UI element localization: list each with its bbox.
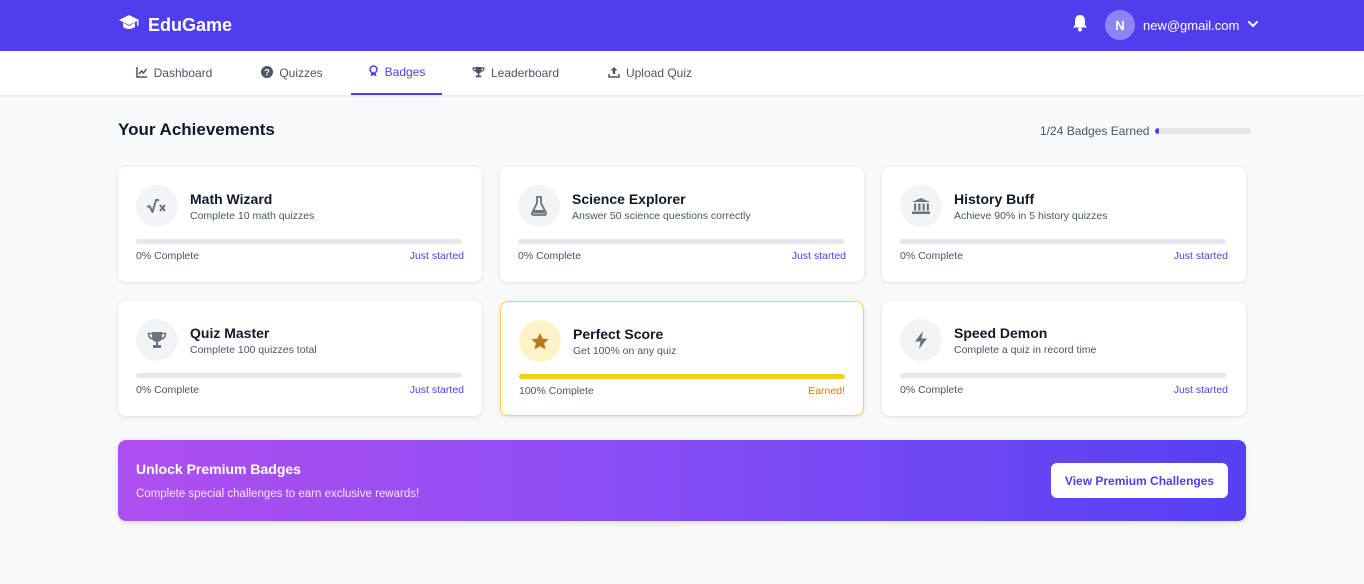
flask-icon: [518, 185, 560, 227]
badge-percent-complete: 0% Complete: [900, 250, 964, 262]
notifications-bell-icon[interactable]: [1072, 14, 1088, 37]
badge-percent-complete: 0% Complete: [518, 250, 582, 262]
medal-icon: [368, 64, 379, 80]
badge-card-science-explorer[interactable]: Science Explorer Answer 50 science quest…: [500, 167, 864, 282]
badge-progress-bar: [136, 373, 462, 378]
badge-progress-fill: [519, 374, 845, 379]
chart-line-icon: [135, 66, 148, 81]
trophy-icon: [472, 66, 485, 81]
top-bar: EduGame N new@gmail.com: [0, 0, 1364, 51]
badges-earned-summary: 1/24 Badges Earned: [1040, 124, 1252, 138]
badge-card-quiz-master[interactable]: Quiz Master Complete 100 quizzes total 0…: [118, 301, 482, 416]
page-title: Your Achievements: [118, 120, 275, 139]
badges-earned-progress-fill: [1155, 128, 1160, 134]
user-email: new@gmail.com: [1143, 17, 1240, 33]
trophy-icon: [136, 319, 178, 361]
badge-description: Complete 100 quizzes total: [190, 344, 317, 356]
badge-description: Get 100% on any quiz: [573, 345, 677, 357]
question-circle-icon: ?: [261, 65, 274, 81]
badge-progress-bar: [519, 374, 845, 379]
premium-title: Unlock Premium Badges: [136, 461, 301, 477]
badge-status: Just started: [409, 384, 464, 396]
bolt-icon: [900, 319, 942, 361]
view-premium-challenges-button[interactable]: View Premium Challenges: [1051, 463, 1228, 498]
badge-card-speed-demon[interactable]: Speed Demon Complete a quiz in record ti…: [882, 301, 1246, 416]
badge-card-perfect-score[interactable]: Perfect Score Get 100% on any quiz 100% …: [500, 301, 864, 416]
badge-title: Quiz Master: [190, 325, 270, 341]
main-nav: Dashboard ? Quizzes Badges Leaderboard U…: [0, 51, 1364, 95]
tab-quizzes[interactable]: ? Quizzes: [248, 51, 336, 95]
badge-status: Just started: [1173, 384, 1228, 396]
badge-progress-bar: [900, 239, 1226, 244]
badge-card-math-wizard[interactable]: Math Wizard Complete 10 math quizzes 0% …: [118, 167, 482, 282]
badges-earned-progress: [1155, 128, 1252, 134]
badge-card-history-buff[interactable]: History Buff Achieve 90% in 5 history qu…: [882, 167, 1246, 282]
tab-badges[interactable]: Badges: [351, 51, 442, 95]
landmark-icon: [900, 185, 942, 227]
upload-icon: [608, 66, 620, 81]
badge-description: Answer 50 science questions correctly: [572, 210, 751, 222]
brand-name: EduGame: [148, 15, 233, 35]
badge-status: Earned!: [808, 385, 845, 397]
badge-percent-complete: 0% Complete: [900, 384, 964, 396]
badge-status: Just started: [1173, 250, 1228, 262]
badge-description: Complete a quiz in record time: [954, 344, 1097, 356]
badge-progress-bar: [136, 239, 462, 244]
badge-description: Achieve 90% in 5 history quizzes: [954, 210, 1108, 222]
chevron-down-icon: [1247, 18, 1259, 33]
badge-status: Just started: [409, 250, 464, 262]
badge-percent-complete: 0% Complete: [136, 384, 200, 396]
badge-title: Perfect Score: [573, 326, 664, 342]
badge-percent-complete: 100% Complete: [519, 385, 594, 397]
tab-leaderboard[interactable]: Leaderboard: [458, 51, 573, 95]
svg-text:?: ?: [265, 67, 271, 77]
tab-upload-quiz[interactable]: Upload Quiz: [595, 51, 705, 95]
badge-percent-complete: 0% Complete: [136, 250, 200, 262]
badge-status: Just started: [791, 250, 846, 262]
premium-subtitle: Complete special challenges to earn excl…: [136, 488, 420, 500]
user-menu[interactable]: N new@gmail.com: [1105, 10, 1259, 40]
brand-logo[interactable]: EduGame: [118, 14, 232, 37]
badge-title: Speed Demon: [954, 325, 1048, 341]
badge-progress-bar: [900, 373, 1226, 378]
badge-title: History Buff: [954, 191, 1035, 207]
star-icon: [519, 320, 561, 362]
badge-progress-bar: [518, 239, 844, 244]
premium-banner: Unlock Premium Badges Complete special c…: [118, 440, 1246, 521]
avatar: N: [1105, 10, 1135, 40]
square-root-icon: [136, 185, 178, 227]
graduation-cap-icon: [118, 14, 140, 37]
badges-earned-label: 1/24 Badges Earned: [1040, 124, 1150, 138]
badge-description: Complete 10 math quizzes: [190, 210, 315, 222]
tab-dashboard[interactable]: Dashboard: [120, 51, 228, 95]
badge-title: Science Explorer: [572, 191, 686, 207]
badge-title: Math Wizard: [190, 191, 273, 207]
